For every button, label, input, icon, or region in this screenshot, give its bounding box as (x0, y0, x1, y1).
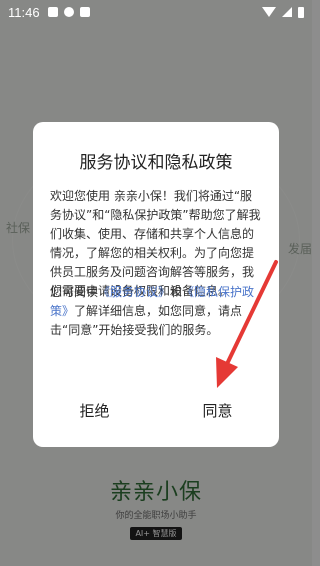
consent-prefix: 您可阅读 (50, 285, 99, 299)
status-right-group (262, 6, 304, 18)
consent-suffix: 了解详细信息，如您同意，请点击“同意”开始接受我们的服务。 (50, 304, 243, 337)
wifi-icon (262, 7, 276, 17)
app-notification-icon (79, 7, 90, 17)
agree-button[interactable]: 同意 (156, 398, 279, 424)
gallery-icon (47, 7, 58, 17)
service-agreement-link[interactable]: 《服务协议》 (98, 285, 170, 299)
privacy-dialog: 服务协议和隐私政策 欢迎您使用 亲亲小保！我们将通过“服务协议”和“隐私保护政策… (33, 122, 279, 447)
battery-icon (298, 6, 304, 18)
status-time: 11:46 (8, 4, 40, 20)
info-icon (63, 7, 74, 17)
dialog-title: 服务协议和隐私政策 (79, 153, 233, 173)
status-bar: 11:46 (0, 0, 312, 24)
reject-button[interactable]: 拒绝 (33, 398, 156, 424)
dialog-consent-text: 您可阅读《服务协议》和《隐私保护政策》了解详细信息，如您同意，请点击“同意”开始… (50, 283, 263, 340)
signal-icon (282, 7, 292, 17)
dialog-button-row: 拒绝 同意 (33, 398, 279, 424)
consent-and: 和 (170, 285, 183, 299)
